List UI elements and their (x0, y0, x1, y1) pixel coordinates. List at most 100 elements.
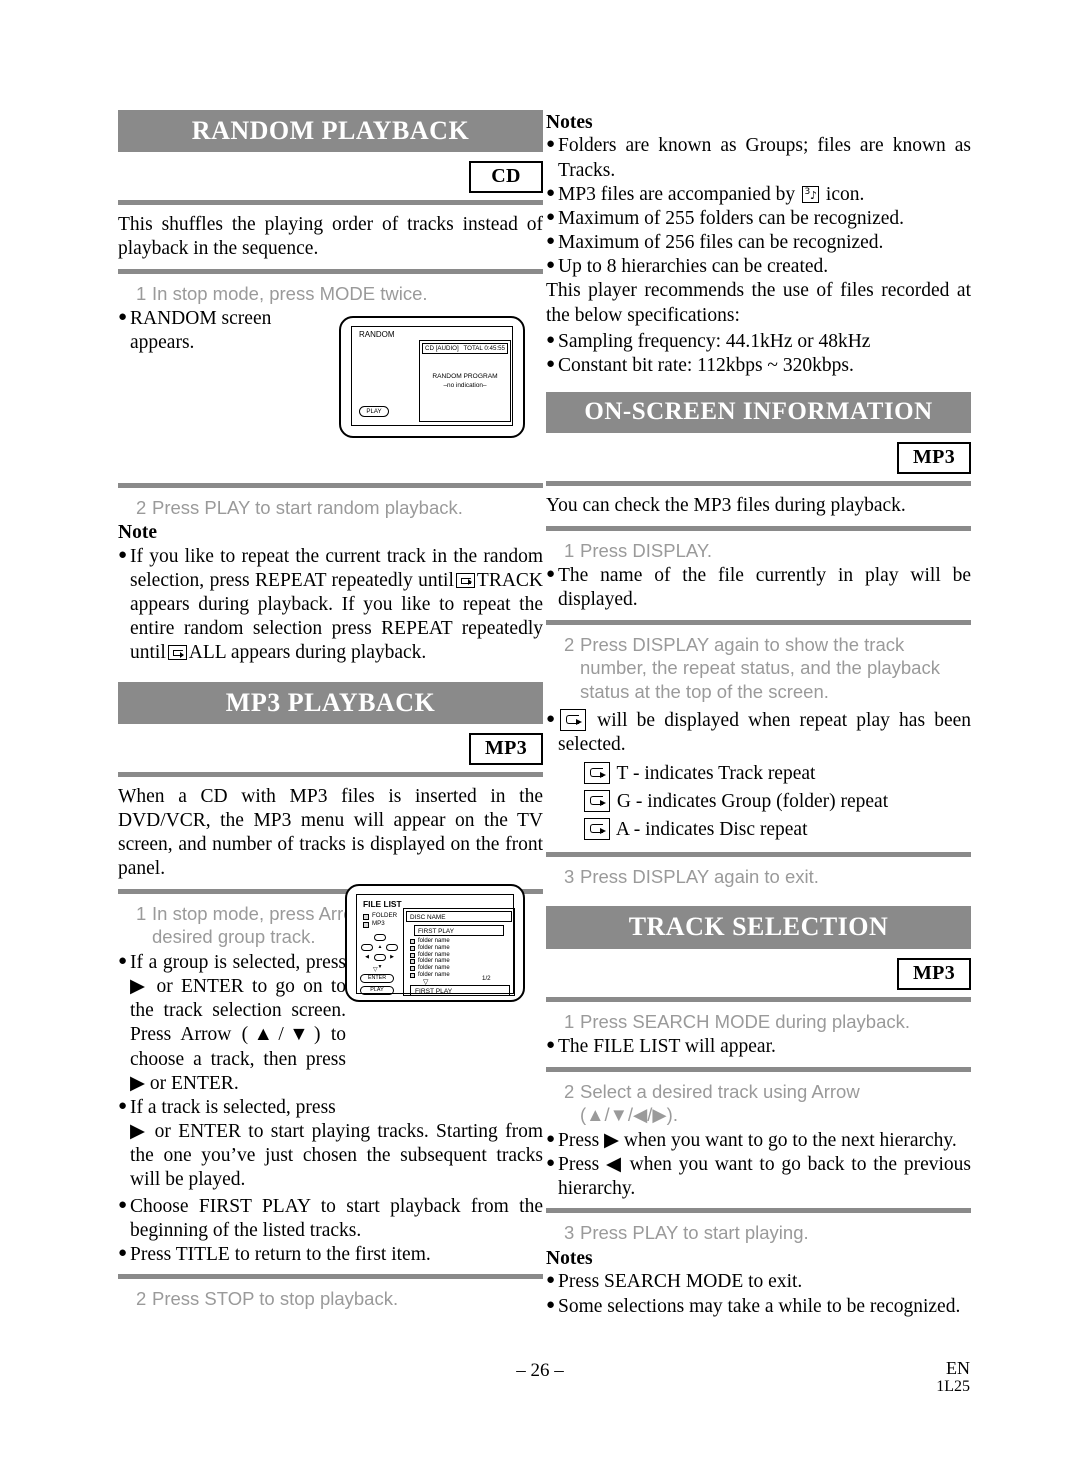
folder-legend-icon (363, 914, 369, 920)
step-text-b: (▲/▼/◀/▶). (580, 1104, 678, 1126)
folder-name-list[interactable]: folder name folder name folder name folder … (410, 938, 510, 980)
footer-meta: EN 1L25 (936, 1358, 970, 1396)
bullet-text: If you like to repeat the current track … (130, 545, 543, 666)
language-code: EN (946, 1358, 970, 1378)
bullet-dot: ● (118, 1097, 128, 1114)
step-number: 3 (564, 865, 575, 887)
repeat-disc-row: A - indicates Disc repeat (582, 816, 971, 844)
step-number: 1 (564, 1010, 575, 1032)
dpad-down-icon[interactable]: ▼ (374, 954, 386, 970)
repeat-icon (455, 572, 475, 588)
bullet-text: If a track is selected, press (130, 1096, 336, 1118)
random-step-2: 2 Press PLAY to start random playback. (118, 496, 543, 520)
bullet-dot: ● (546, 208, 556, 225)
bullet-dot: ● (546, 566, 556, 583)
repeat-group-label: G - indicates Group (folder) repeat (616, 791, 889, 813)
step-number: 2 (136, 1288, 147, 1310)
mp3-note-bullet-1: ● Folders are known as Groups; files are… (546, 134, 971, 182)
play-button[interactable]: PLAY (360, 986, 394, 995)
bullet-text: Folders are known as Groups; files are k… (558, 135, 971, 181)
bullet-text: Constant bit rate: 112kbps ~ 320kbps. (558, 354, 854, 376)
manual-page: RANDOM PLAYBACK CD This shuffles the pla… (0, 0, 1080, 1477)
random-screen-illustration: RANDOM CD [AUDIO] TOTAL 0:45:55 RANDOM P… (339, 316, 525, 438)
ts-notes-heading: Notes (546, 1248, 593, 1270)
ts-step-2: 2 Select a desired track using Arrow (▲/… (546, 1080, 971, 1127)
bullet-text-body: will be displayed when repeat play has b… (558, 709, 972, 755)
mp3-note-icon: 3 ♪ (802, 185, 820, 203)
bullet-text: Press ▶ when you want to go to the next … (558, 1129, 957, 1151)
folder-item-label: folder name (418, 944, 450, 951)
random-play-button[interactable]: PLAY (359, 406, 389, 417)
osi-step-3: 3 Press DISPLAY again to exit. (546, 865, 971, 889)
folder-legend-label: FOLDER (372, 912, 398, 919)
repeat-icon (584, 790, 610, 813)
mp3-bullet-1: ● If a group is selected, press ▶ or ENT… (118, 951, 346, 1096)
bullet-dot: ● (546, 136, 556, 153)
disc-name-field: DISC NAME (406, 911, 512, 922)
first-play-top-label[interactable]: FIRST PLAY (418, 928, 454, 935)
divider-rule (546, 851, 971, 857)
ts-note-2: ● Some selections may take a while to be… (546, 1295, 971, 1319)
bullet-text: The name of the file currently in play w… (558, 565, 971, 611)
mp3-bullet-2-head: ● If a track is selected, press (118, 1096, 346, 1120)
bullet-dot: ● (118, 309, 128, 326)
osi-step-1: 1 Press DISPLAY. (546, 539, 971, 563)
step-text: Press DISPLAY. (580, 539, 712, 561)
repeat-icon (167, 645, 187, 661)
repeat-icon (560, 708, 586, 731)
section-header-mp3-playback: MP3 PLAYBACK (118, 681, 543, 724)
folder-item-label: folder name (418, 971, 450, 978)
folder-item-label: folder name (418, 951, 450, 958)
format-badge-mp3: MP3 (469, 732, 543, 765)
bullet-dot: ● (546, 233, 556, 250)
mp3-legend-icon (363, 922, 369, 928)
bullet-dot: ● (546, 257, 556, 274)
step-text: Press STOP to stop playback. (152, 1288, 399, 1310)
ts-bullet-3: ● Press ◀ when you want to go back to th… (546, 1153, 971, 1201)
random-status-left: CD [AUDIO] (425, 345, 459, 352)
first-play-row-top: FIRST PLAY (414, 925, 504, 936)
osi-bullet-2: ● will be displayed when repeat play has… (546, 708, 972, 757)
step-number: 2 (136, 496, 147, 518)
mp3-playback-intro: When a CD with MP3 files is inserted in … (118, 785, 543, 880)
mp3-note-bullet-5: ● Up to 8 hierarchies can be created. (546, 255, 971, 279)
file-list-label: FILE LIST (363, 899, 402, 909)
format-badge-mp3: MP3 (897, 442, 971, 475)
random-screen-label: RANDOM (359, 330, 395, 339)
step-text: In stop mode, press MODE twice. (152, 282, 428, 304)
mp3-note-bullet-6: ● Sampling frequency: 44.1kHz or 48kHz (546, 330, 971, 354)
divider-rule (546, 1066, 971, 1072)
mp3-legend-label: MP3 (372, 920, 385, 927)
bullet-dot: ● (546, 1272, 556, 1289)
first-play-bottom-label[interactable]: FIRST PLAY (415, 988, 452, 995)
folder-icon (410, 972, 415, 978)
divider-rule (546, 996, 971, 1002)
dpad-left-icon[interactable]: ◀ (361, 944, 373, 960)
dpad-cluster[interactable]: ▲ ◀ ▶ ▼ (361, 934, 399, 970)
random-program-line2: –no indication– (443, 382, 487, 389)
step-text: Press DISPLAY again to show the track nu… (580, 633, 940, 702)
random-program-line1: RANDOM PROGRAM (432, 373, 498, 380)
bullet-text: Press SEARCH MODE to exit. (558, 1271, 803, 1293)
mp3-step-2: 2 Press STOP to stop playback. (118, 1287, 543, 1311)
folder-icon (410, 959, 415, 965)
first-play-row-bottom: FIRST PLAY (410, 985, 510, 996)
mp3-note-bullet-4: ● Maximum of 256 files can be recognized… (546, 231, 971, 255)
disc-name-value: DISC NAME (410, 913, 446, 921)
bullet-dot: ● (546, 1155, 556, 1172)
enter-button[interactable]: ENTER (360, 974, 394, 983)
dpad-right-icon[interactable]: ▶ (386, 944, 398, 960)
section-header-on-screen-information: ON-SCREEN INFORMATION (546, 392, 971, 434)
bullet-dot: ● (118, 1244, 128, 1261)
random-playback-intro: This shuffles the playing order of track… (118, 214, 543, 260)
dpad-up-icon[interactable]: ▲ (374, 934, 386, 950)
step-text: Press SEARCH MODE during playback. (580, 1010, 911, 1032)
page-indicator: 1/2 (482, 975, 491, 982)
repeat-track-label: T - indicates Track repeat (616, 762, 816, 784)
random-status-right: TOTAL 0:45:55 (463, 345, 505, 352)
random-step-1: 1 In stop mode, press MODE twice. (118, 282, 543, 306)
badge-row-cd: CD (118, 161, 543, 194)
bullet-dot: ● (118, 546, 128, 563)
bullet-text: will be displayed when repeat play has b… (558, 708, 972, 757)
ts-step-3: 3 Press PLAY to start playing. (546, 1221, 971, 1245)
